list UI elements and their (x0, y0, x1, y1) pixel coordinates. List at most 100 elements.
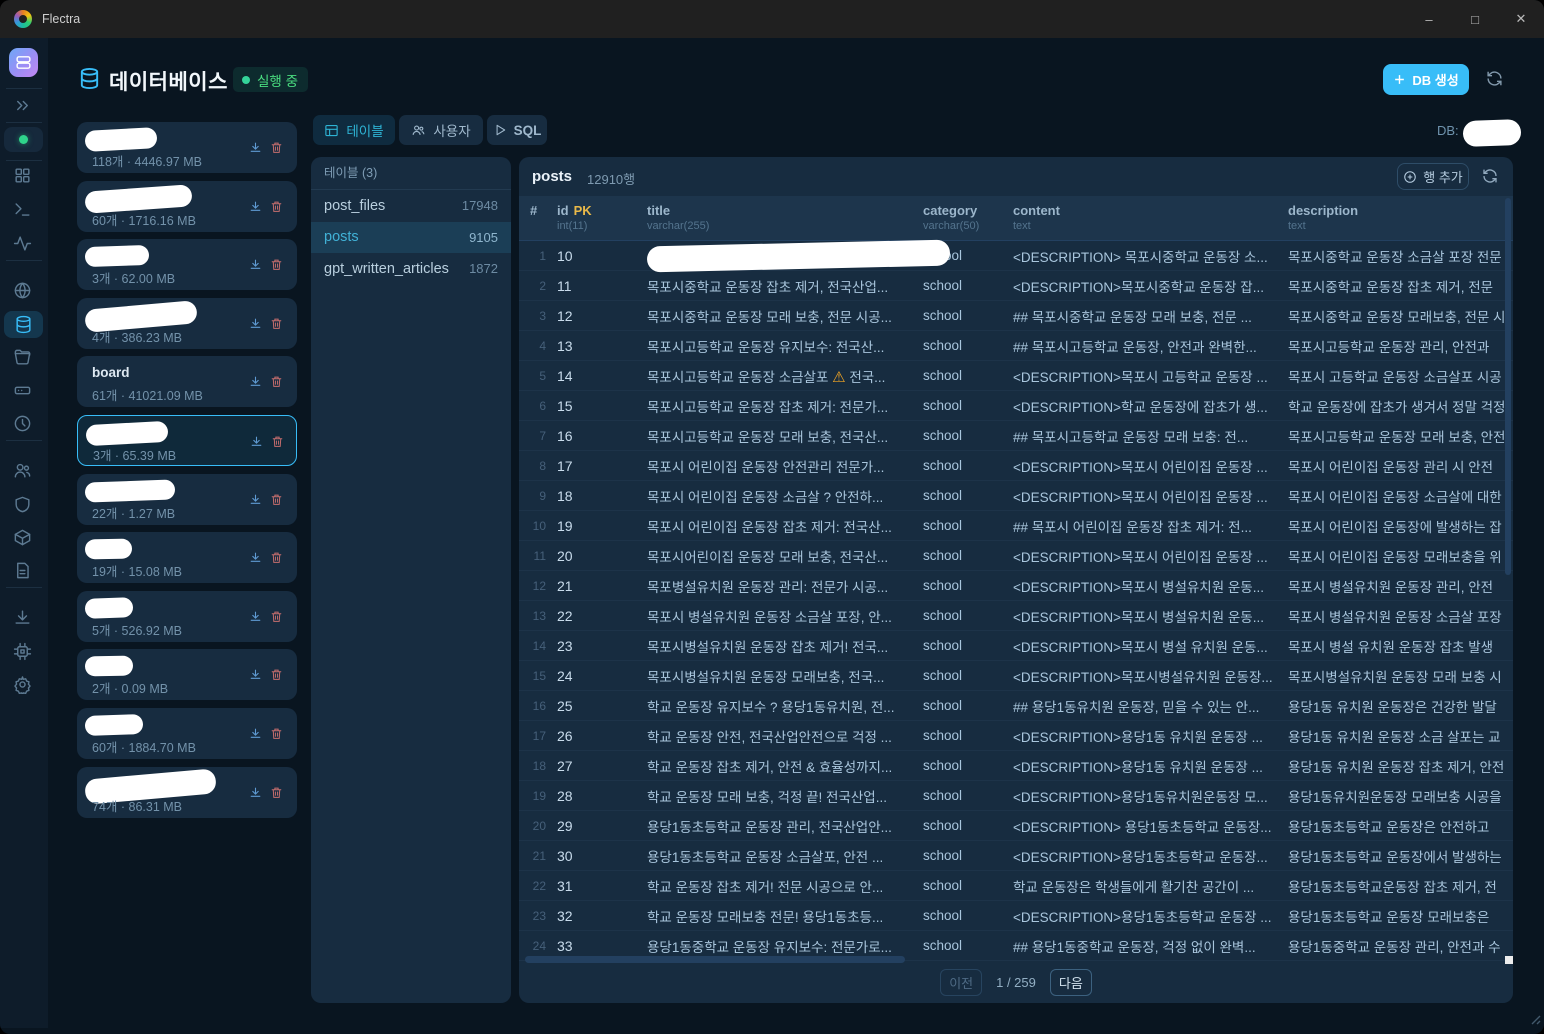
next-page-button[interactable]: 다음 (1050, 969, 1092, 996)
create-db-button[interactable]: DB 생성 (1383, 64, 1469, 95)
database-card[interactable]: 4개 · 386.23 MB (77, 298, 297, 349)
database-card[interactable]: 60개 · 1716.16 MB (77, 181, 297, 232)
table-row[interactable]: 6 15 목포시고등학교 운동장 잡초 제거: 전문가... school <D… (519, 391, 1513, 421)
table-row[interactable]: 20 29 용당1동초등학교 운동장 관리, 전국산업안... school <… (519, 811, 1513, 841)
database-card[interactable]: 22개 · 1.27 MB (77, 474, 297, 525)
column-header-description[interactable]: description text (1288, 196, 1513, 240)
delete-database-icon[interactable] (270, 493, 283, 506)
prev-page-button[interactable]: 이전 (940, 969, 982, 996)
table-row[interactable]: 14 23 목포시병설유치원 운동장 잡초 제거! 전국... school <… (519, 631, 1513, 661)
download-database-icon[interactable] (249, 258, 262, 271)
delete-database-icon[interactable] (270, 610, 283, 623)
delete-database-icon[interactable] (270, 317, 283, 330)
delete-database-icon[interactable] (270, 551, 283, 564)
table-row[interactable]: 11 20 목포시어린이집 운동장 모래 보충, 전국산... school <… (519, 541, 1513, 571)
app-gradient-icon[interactable] (9, 48, 38, 77)
download-database-icon[interactable] (249, 375, 262, 388)
sidebar-storage-icon[interactable] (0, 377, 44, 403)
status-indicator[interactable] (4, 127, 43, 152)
download-database-icon[interactable] (249, 727, 262, 740)
delete-database-icon[interactable] (270, 375, 283, 388)
table-row[interactable]: 10 19 목포시 어린이집 운동장 잡초 제거: 전국산... school … (519, 511, 1513, 541)
column-header-num[interactable]: # (519, 196, 557, 240)
table-row[interactable]: 1 10 school <DESCRIPTION> 목포시중학교 운동장 소..… (519, 241, 1513, 271)
delete-database-icon[interactable] (270, 141, 283, 154)
maximize-button[interactable]: □ (1452, 0, 1498, 38)
table-row[interactable]: 3 12 목포시중학교 운동장 모래 보충, 전문 시공... school #… (519, 301, 1513, 331)
tab-users[interactable]: 사용자 (399, 115, 483, 145)
download-database-icon[interactable] (249, 668, 262, 681)
database-card[interactable]: 118개 · 4446.97 MB (77, 122, 297, 173)
sidebar-security-icon[interactable] (0, 491, 44, 517)
table-row[interactable]: 5 14 목포시고등학교 운동장 소금살포 ⚠ 전국... school <DE… (519, 361, 1513, 391)
sidebar-folder-icon[interactable] (0, 344, 44, 370)
table-list-item[interactable]: post_files 17948 (311, 190, 511, 222)
table-row[interactable]: 7 16 목포시고등학교 운동장 모래 보충, 전국산... school ##… (519, 421, 1513, 451)
sidebar-settings-icon[interactable] (0, 671, 44, 697)
delete-database-icon[interactable] (270, 668, 283, 681)
download-database-icon[interactable] (249, 493, 262, 506)
download-database-icon[interactable] (249, 200, 262, 213)
download-database-icon[interactable] (249, 786, 262, 799)
table-row[interactable]: 23 32 학교 운동장 모래보충 전문! 용당1동초등... school <… (519, 901, 1513, 931)
table-row[interactable]: 4 13 목포시고등학교 운동장 유지보수: 전국산... school ## … (519, 331, 1513, 361)
table-row[interactable]: 8 17 목포시 어린이집 운동장 안전관리 전문가... school <DE… (519, 451, 1513, 481)
sidebar-packages-icon[interactable] (0, 524, 44, 550)
sidebar-cpu-icon[interactable] (0, 638, 44, 664)
sidebar-terminal-icon[interactable] (0, 196, 44, 222)
delete-database-icon[interactable] (270, 200, 283, 213)
table-row[interactable]: 15 24 목포시병설유치원 운동장 모래보충, 전국... school <D… (519, 661, 1513, 691)
sidebar-dashboard-icon[interactable] (0, 162, 44, 188)
table-row[interactable]: 9 18 목포시 어린이집 운동장 소금살 ? 안전하... school <D… (519, 481, 1513, 511)
delete-database-icon[interactable] (271, 435, 284, 448)
delete-database-icon[interactable] (270, 786, 283, 799)
table-list-item[interactable]: gpt_written_articles 1872 (311, 253, 511, 285)
table-row[interactable]: 22 31 학교 운동장 잡초 제거! 전문 시공으로 안... school … (519, 871, 1513, 901)
sidebar-history-icon[interactable] (0, 410, 44, 436)
tab-tables[interactable]: 테이블 (313, 115, 395, 145)
column-header-title[interactable]: title varchar(255) (647, 196, 923, 240)
database-card[interactable]: 5개 · 526.92 MB (77, 591, 297, 642)
database-card[interactable]: 3개 · 62.00 MB (77, 239, 297, 290)
download-database-icon[interactable] (249, 141, 262, 154)
database-card[interactable]: 19개 · 15.08 MB (77, 532, 297, 583)
delete-database-icon[interactable] (270, 727, 283, 740)
download-database-icon[interactable] (249, 551, 262, 564)
database-card[interactable]: 2개 · 0.09 MB (77, 649, 297, 700)
table-row[interactable]: 18 27 학교 운동장 잡초 제거, 안전 & 효율성까지... school… (519, 751, 1513, 781)
vertical-scrollbar[interactable] (1505, 198, 1511, 575)
download-database-icon[interactable] (250, 435, 263, 448)
sidebar-documents-icon[interactable] (0, 557, 44, 583)
table-row[interactable]: 2 11 목포시중학교 운동장 잡초 제거, 전국산업... school <D… (519, 271, 1513, 301)
table-row[interactable]: 17 26 학교 운동장 안전, 전국산업안전으로 걱정 ... school … (519, 721, 1513, 751)
table-row[interactable]: 16 25 학교 운동장 유지보수 ? 용당1동유치원, 전... school… (519, 691, 1513, 721)
column-header-category[interactable]: category varchar(50) (923, 196, 1013, 240)
delete-database-icon[interactable] (270, 258, 283, 271)
database-card[interactable]: board 61개 · 41021.09 MB (77, 356, 297, 407)
database-card[interactable]: 74개 · 86.31 MB (77, 767, 297, 818)
sidebar-globe-icon[interactable] (0, 277, 44, 303)
sidebar-database-icon[interactable] (4, 311, 43, 338)
tab-sql[interactable]: SQL (487, 115, 547, 145)
download-database-icon[interactable] (249, 610, 262, 623)
add-row-button[interactable]: 행 추가 (1397, 163, 1469, 190)
sidebar-download-icon[interactable] (0, 604, 44, 630)
table-row[interactable]: 12 21 목포병설유치원 운동장 관리: 전문가 시공... school <… (519, 571, 1513, 601)
refresh-databases-icon[interactable] (1486, 70, 1503, 87)
minimize-button[interactable]: – (1406, 0, 1452, 38)
table-list-item[interactable]: posts 9105 (311, 222, 511, 254)
download-database-icon[interactable] (249, 317, 262, 330)
resize-handle-icon[interactable] (1527, 1011, 1541, 1025)
column-header-content[interactable]: content text (1013, 196, 1288, 240)
table-row[interactable]: 21 30 용당1동초등학교 운동장 소금살포, 안전 ... school <… (519, 841, 1513, 871)
expand-sidebar-icon[interactable] (0, 92, 44, 118)
database-card[interactable]: 60개 · 1884.70 MB (77, 708, 297, 759)
table-row[interactable]: 13 22 목포시 병설유치원 운동장 소금살 포장, 안... school … (519, 601, 1513, 631)
close-button[interactable]: ✕ (1498, 0, 1544, 38)
column-header-id[interactable]: idPK int(11) (557, 196, 647, 240)
refresh-table-icon[interactable] (1482, 168, 1498, 184)
database-card[interactable]: 3개 · 65.39 MB (77, 415, 297, 466)
sidebar-users-icon[interactable] (0, 457, 44, 483)
sidebar-activity-icon[interactable] (0, 230, 44, 256)
table-row[interactable]: 19 28 학교 운동장 모래 보충, 걱정 끝! 전국산업... school… (519, 781, 1513, 811)
